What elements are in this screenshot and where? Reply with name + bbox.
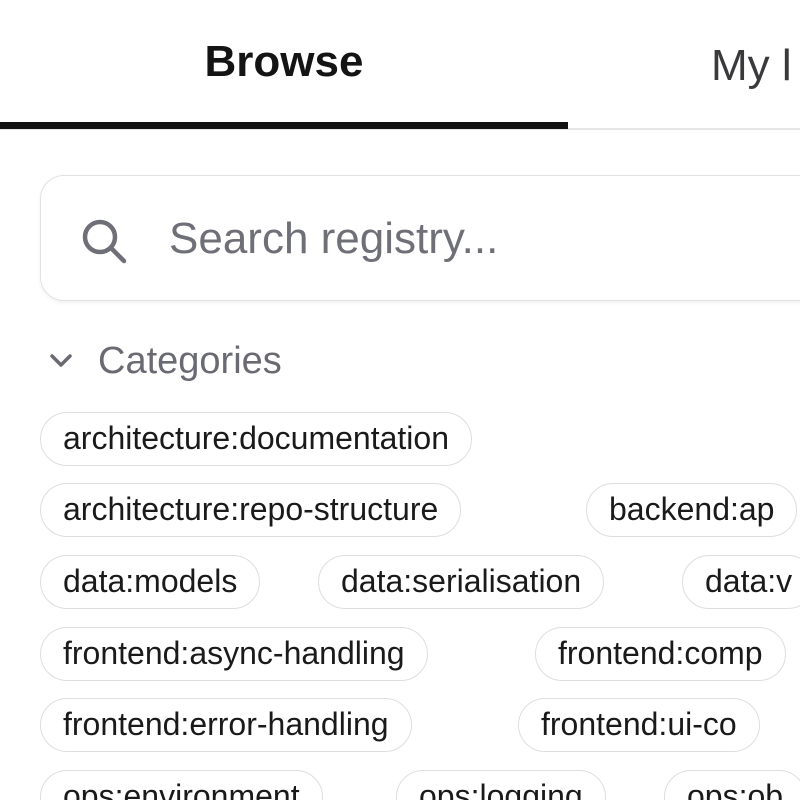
category-chip[interactable]: frontend:async-handling	[40, 627, 428, 681]
active-tab-indicator	[0, 122, 568, 129]
search-icon	[82, 219, 127, 264]
category-chip[interactable]: data:v	[682, 555, 800, 609]
search-input[interactable]	[169, 206, 769, 272]
category-chip[interactable]: ops:ob	[664, 770, 800, 800]
category-chip[interactable]: frontend:ui-co	[518, 698, 760, 752]
category-chip[interactable]: backend:ap	[586, 483, 798, 537]
tab-browse[interactable]: Browse	[0, 0, 568, 129]
tab-browse-label: Browse	[204, 37, 364, 86]
category-chip[interactable]: frontend:error-handling	[40, 698, 412, 752]
search-box[interactable]	[40, 175, 800, 301]
category-chip[interactable]: frontend:comp	[535, 627, 786, 681]
categories-title: Categories	[98, 340, 282, 382]
category-chip[interactable]: ops:environment	[40, 770, 323, 800]
tab-bar: Browse My l	[0, 0, 800, 130]
category-chip[interactable]: architecture:documentation	[40, 412, 472, 466]
registry-panel: Browse My l Categories architecture:docu…	[0, 0, 800, 800]
category-chip[interactable]: data:models	[40, 555, 261, 609]
chevron-down-icon	[50, 354, 72, 367]
category-chip[interactable]: data:serialisation	[318, 555, 605, 609]
tab-my-label: My l	[711, 41, 792, 90]
tab-my[interactable]: My l	[568, 0, 800, 128]
category-chip[interactable]: architecture:repo-structure	[40, 483, 462, 537]
category-chip[interactable]: ops:logging	[396, 770, 606, 800]
